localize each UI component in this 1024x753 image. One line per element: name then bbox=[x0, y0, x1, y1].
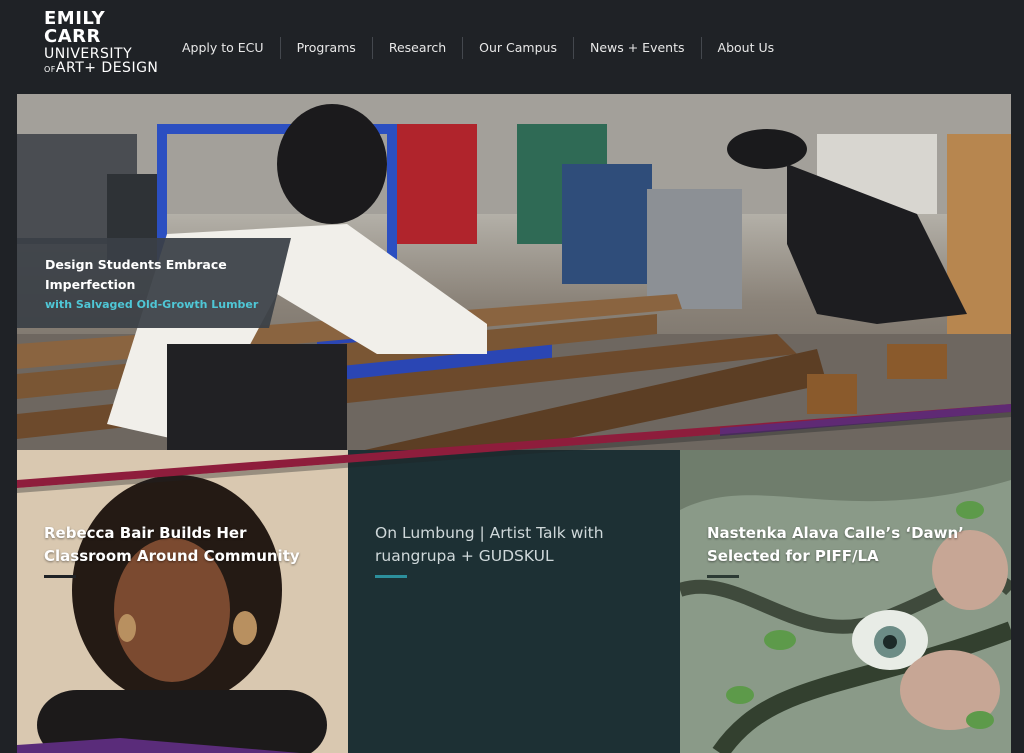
tile-accent-bar bbox=[44, 575, 76, 578]
logo-of: OF bbox=[44, 65, 56, 74]
news-tile-rebecca-bair[interactable]: Rebecca Bair Builds Her Classroom Around… bbox=[17, 450, 348, 753]
nav-our-campus[interactable]: Our Campus bbox=[462, 37, 573, 59]
logo-line-2: CARR bbox=[44, 26, 101, 47]
tile-accent-bar bbox=[707, 575, 739, 578]
hero-subtitle: with Salvaged Old-Growth Lumber bbox=[45, 298, 259, 311]
logo-line-3: UNIVERSITY bbox=[44, 46, 133, 62]
portrait-photo bbox=[17, 450, 348, 753]
emily-carr-logo[interactable]: EMILY CARR UNIVERSITY OFART+ DESIGN bbox=[44, 10, 158, 76]
tile-title-dawn: Nastenka Alava Calle’s ‘Dawn’ Selected f… bbox=[707, 524, 964, 565]
nav-research[interactable]: Research bbox=[371, 37, 462, 59]
logo-line-4: OFART+ DESIGN bbox=[44, 61, 158, 75]
nav-apply[interactable]: Apply to ECU bbox=[166, 37, 280, 59]
main-nav: Apply to ECU Programs Research Our Campu… bbox=[166, 37, 790, 59]
tile-title-rebecca: Rebecca Bair Builds Her Classroom Around… bbox=[44, 524, 300, 565]
news-tiles: Rebecca Bair Builds Her Classroom Around… bbox=[17, 450, 1011, 753]
site-header: EMILY CARR UNIVERSITY OFART+ DESIGN Appl… bbox=[0, 0, 1024, 94]
nav-news-events[interactable]: News + Events bbox=[572, 37, 701, 59]
news-tile-lumbung[interactable]: On Lumbung | Artist Talk with ruangrupa … bbox=[348, 450, 680, 753]
nav-programs[interactable]: Programs bbox=[279, 37, 372, 59]
nav-about-us[interactable]: About Us bbox=[700, 37, 791, 59]
logo-art-design: ART+ DESIGN bbox=[55, 60, 159, 76]
news-tile-dawn[interactable]: Nastenka Alava Calle’s ‘Dawn’ Selected f… bbox=[680, 450, 1011, 753]
tile-accent-bar bbox=[375, 575, 407, 578]
hero-caption[interactable]: Design Students Embrace Imperfection wit… bbox=[17, 238, 291, 328]
tile-title-lumbung: On Lumbung | Artist Talk with ruangrupa … bbox=[375, 524, 604, 565]
illustration-art bbox=[680, 450, 1011, 753]
hero-title: Design Students Embrace Imperfection bbox=[45, 257, 227, 292]
hero-feature[interactable]: Design Students Embrace Imperfection wit… bbox=[17, 94, 1011, 474]
